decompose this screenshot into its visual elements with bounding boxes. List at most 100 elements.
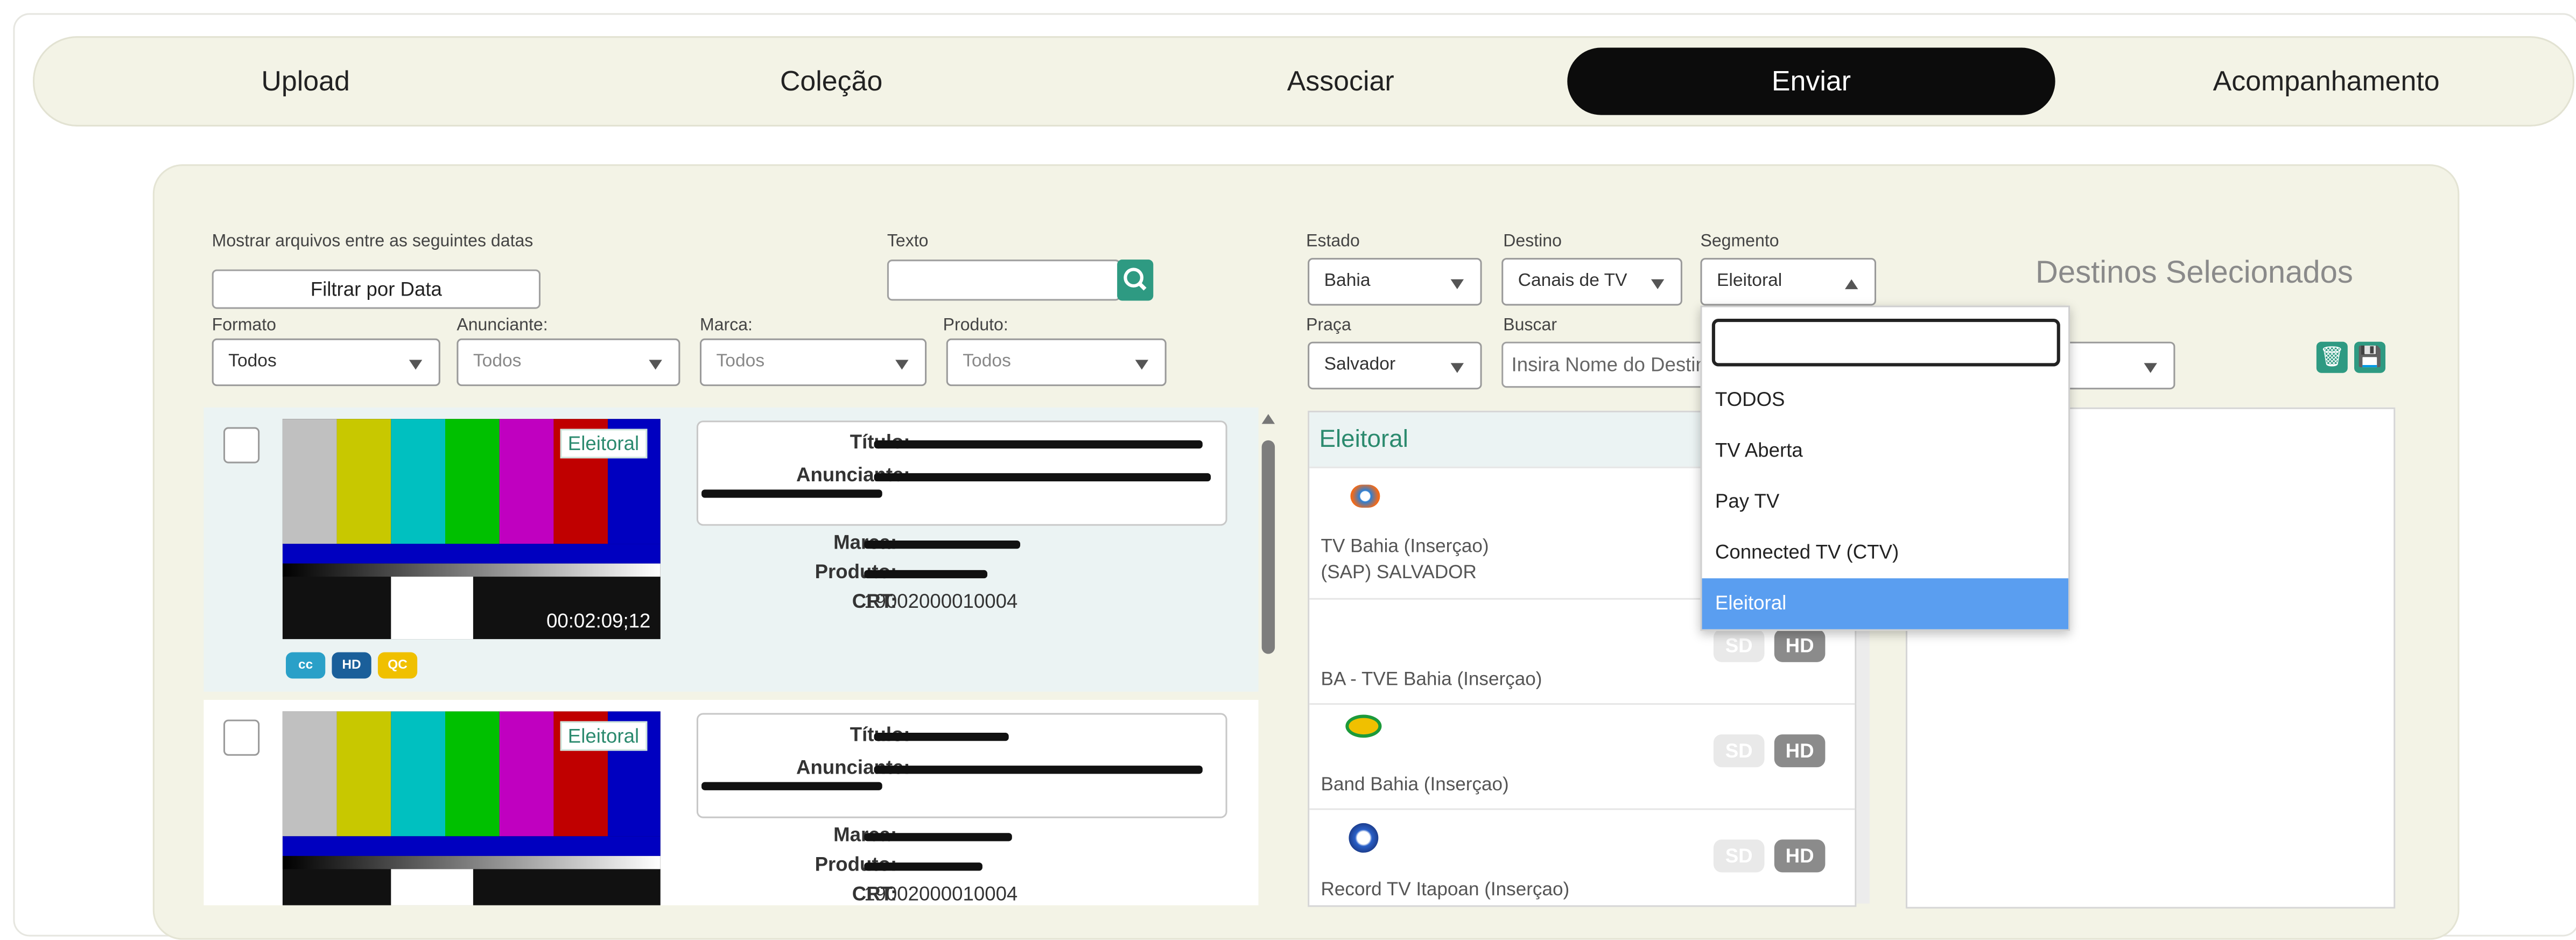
buscar-label: Buscar bbox=[1503, 315, 1557, 335]
marca-value: Todos bbox=[716, 352, 765, 371]
segmento-option-todos[interactable]: TODOS bbox=[1702, 375, 2069, 426]
chevron-up-icon bbox=[1845, 279, 1858, 290]
formato-select[interactable]: Todos bbox=[212, 338, 440, 387]
redacted-text bbox=[701, 782, 882, 790]
file-list-scrollbar[interactable] bbox=[1261, 440, 1275, 654]
duration-label: 00:02:09;12 bbox=[546, 609, 651, 633]
app-root: Upload Coleção Associar Enviar Acompanha… bbox=[0, 0, 2576, 940]
save-button[interactable]: 💾 bbox=[2354, 341, 2386, 373]
channel-name: BA - TVE Bahia (Inserçao) bbox=[1321, 670, 1542, 690]
clear-button[interactable]: 🗑 bbox=[2316, 341, 2348, 373]
destino-value: Canais de TV bbox=[1518, 271, 1627, 291]
formato-value: Todos bbox=[228, 352, 277, 371]
segmento-search-input[interactable] bbox=[1711, 319, 2060, 367]
record-logo-icon bbox=[1349, 823, 1379, 853]
tab-associar[interactable]: Associar bbox=[1234, 38, 1448, 125]
produto-value: Todos bbox=[963, 352, 1011, 371]
channel-group-title: Eleitoral bbox=[1319, 425, 1408, 454]
hd-button[interactable]: HD bbox=[1774, 629, 1826, 662]
redacted-text bbox=[874, 473, 1211, 482]
destinos-title: Destinos Selecionados bbox=[2035, 256, 2353, 291]
buscar-input[interactable]: Insira Nome do Destino bbox=[1501, 341, 1732, 388]
anunciante-select[interactable]: Todos bbox=[457, 338, 680, 387]
file-checkbox[interactable] bbox=[223, 427, 260, 464]
segmento-option-tv-aberta[interactable]: TV Aberta bbox=[1702, 425, 2069, 476]
anunciante-label: Anunciante: bbox=[457, 315, 548, 335]
chevron-down-icon bbox=[2144, 363, 2157, 373]
produto-label: Produto: bbox=[943, 315, 1008, 335]
video-thumbnail[interactable]: Eleitoral bbox=[282, 711, 661, 906]
chevron-down-icon bbox=[1651, 279, 1665, 290]
file-card[interactable]: Eleitoral 00:02:09;12 cc HD QC Título: A… bbox=[203, 407, 1259, 692]
text-label: Texto bbox=[887, 232, 929, 251]
sd-button[interactable]: SD bbox=[1713, 734, 1765, 768]
praca-select[interactable]: Salvador bbox=[1308, 341, 1482, 390]
tab-enviar[interactable]: Enviar bbox=[1567, 47, 2055, 115]
praca-label: Praça bbox=[1306, 315, 1351, 335]
estado-label: Estado bbox=[1306, 232, 1360, 251]
redacted-text bbox=[864, 570, 988, 579]
save-icon: 💾 bbox=[2357, 345, 2382, 368]
tab-acompanhamento[interactable]: Acompanhamento bbox=[2179, 38, 2474, 125]
redacted-text bbox=[864, 862, 982, 871]
redacted-text bbox=[874, 766, 1203, 774]
sd-button[interactable]: SD bbox=[1713, 629, 1765, 662]
redacted-text bbox=[874, 733, 1009, 741]
crt-value: 19002000010004 bbox=[864, 590, 1018, 613]
destino-label: Destino bbox=[1503, 232, 1562, 251]
segmento-option-pay-tv[interactable]: Pay TV bbox=[1702, 476, 2069, 528]
redacted-text bbox=[874, 440, 1203, 449]
trash-icon: 🗑 bbox=[2319, 345, 2345, 368]
segment-tag: Eleitoral bbox=[559, 429, 648, 459]
estado-select[interactable]: Bahia bbox=[1308, 258, 1482, 306]
estado-value: Bahia bbox=[1324, 271, 1371, 291]
hd-badge: HD bbox=[332, 652, 371, 679]
date-filter-button[interactable]: Filtrar por Data bbox=[212, 269, 541, 309]
anunciante-value: Todos bbox=[473, 352, 522, 371]
date-filter-label: Mostrar arquivos entre as seguintes data… bbox=[212, 232, 534, 251]
channel-name: TV Bahia (Inserçao) bbox=[1321, 537, 1489, 557]
cc-badge: cc bbox=[285, 652, 326, 679]
formato-label: Formato bbox=[212, 315, 276, 335]
file-card[interactable]: Eleitoral Título: Anunciante: Marca: Pro… bbox=[203, 700, 1259, 906]
hd-button[interactable]: HD bbox=[1774, 734, 1826, 768]
segmento-dropdown: TODOS TV Aberta Pay TV Connected TV (CTV… bbox=[1700, 305, 2070, 631]
file-checkbox[interactable] bbox=[223, 719, 260, 756]
chevron-down-icon bbox=[1450, 363, 1464, 373]
redacted-text bbox=[864, 833, 1012, 841]
praca-value: Salvador bbox=[1324, 355, 1396, 375]
channel-row[interactable]: SD HD Band Bahia (Inserçao) bbox=[1309, 703, 1855, 810]
produto-select[interactable]: Todos bbox=[946, 338, 1167, 387]
search-icon bbox=[1124, 268, 1147, 291]
video-thumbnail[interactable]: Eleitoral 00:02:09;12 bbox=[282, 419, 661, 640]
qc-badge: QC bbox=[377, 652, 418, 679]
marca-select[interactable]: Todos bbox=[700, 338, 927, 387]
globo-logo-icon bbox=[1350, 485, 1380, 508]
text-search-button[interactable] bbox=[1117, 259, 1154, 301]
chevron-down-icon bbox=[649, 360, 662, 370]
segmento-value: Eleitoral bbox=[1716, 271, 1782, 291]
segmento-option-ctv[interactable]: Connected TV (CTV) bbox=[1702, 528, 2069, 579]
marca-label: Marca: bbox=[700, 315, 753, 335]
segmento-option-eleitoral[interactable]: Eleitoral bbox=[1702, 578, 2069, 629]
tab-colecao[interactable]: Coleção bbox=[708, 38, 954, 125]
text-search-input[interactable] bbox=[887, 259, 1121, 301]
channel-row[interactable]: SD HD Record TV Itapoan (Inserçao) bbox=[1309, 808, 1855, 905]
chevron-down-icon bbox=[1135, 360, 1149, 370]
tab-upload[interactable]: Upload bbox=[207, 38, 404, 125]
hd-button[interactable]: HD bbox=[1774, 839, 1826, 873]
scroll-up-arrow[interactable] bbox=[1261, 414, 1275, 424]
chevron-down-icon bbox=[895, 360, 909, 370]
segment-tag: Eleitoral bbox=[559, 721, 648, 751]
sd-button[interactable]: SD bbox=[1713, 839, 1765, 873]
destino-select[interactable]: Canais de TV bbox=[1501, 258, 1682, 306]
crt-value: 19002000010004 bbox=[864, 882, 1018, 906]
channel-subname: (SAP) SALVADOR bbox=[1321, 563, 1477, 584]
segmento-select[interactable]: Eleitoral bbox=[1700, 258, 1876, 306]
step-tabs: Upload Coleção Associar Enviar Acompanha… bbox=[33, 36, 2574, 127]
segmento-label: Segmento bbox=[1700, 232, 1779, 251]
channel-name: Record TV Itapoan (Inserçao) bbox=[1321, 880, 1570, 901]
redacted-text bbox=[864, 540, 1021, 549]
chevron-down-icon bbox=[1450, 279, 1464, 290]
channel-name: Band Bahia (Inserçao) bbox=[1321, 775, 1509, 796]
